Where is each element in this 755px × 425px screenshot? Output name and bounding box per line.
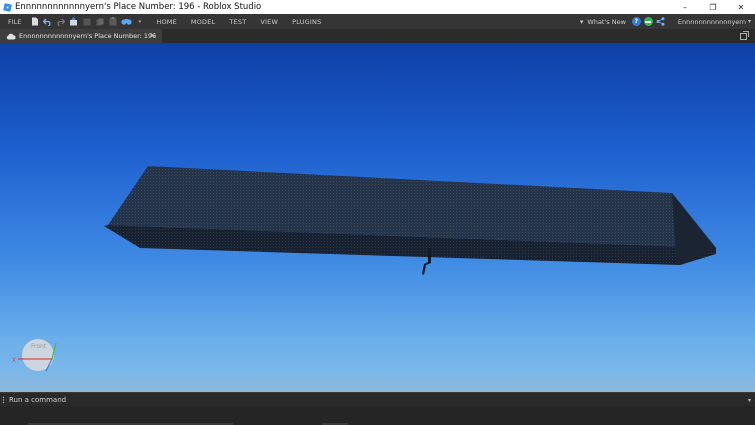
paste-icon[interactable] bbox=[108, 17, 117, 26]
grip-handle-icon[interactable] bbox=[2, 396, 5, 404]
tab-home[interactable]: HOME bbox=[156, 18, 177, 26]
copy-icon[interactable] bbox=[95, 17, 104, 26]
help-icon[interactable]: ? bbox=[631, 17, 641, 26]
document-tab-bar: Ennnnnnnnnnnnyern's Place Number: 196 ✕ bbox=[0, 29, 755, 43]
document-tab-label: Ennnnnnnnnnnnyern's Place Number: 196 bbox=[19, 32, 157, 40]
title-bar: Ennnnnnnnnnnnyern's Place Number: 196 - … bbox=[0, 0, 755, 14]
command-history-dropdown-icon[interactable]: ▾ bbox=[748, 397, 751, 404]
scene-render bbox=[0, 166, 755, 392]
online-status-icon[interactable] bbox=[643, 17, 653, 26]
restore-button[interactable]: ❐ bbox=[699, 0, 727, 14]
ribbon-collapse-chevron-icon[interactable]: ▾ bbox=[580, 18, 584, 26]
cut-icon[interactable] bbox=[82, 17, 91, 26]
document-tab-close-icon[interactable]: ✕ bbox=[149, 29, 156, 43]
window-controls: – ❐ ✕ bbox=[671, 0, 755, 14]
tab-test[interactable]: TEST bbox=[229, 18, 246, 26]
view-cube-face-label: Front bbox=[31, 343, 47, 350]
username-label[interactable]: Ennnnnnnnnnnnyern bbox=[678, 18, 746, 26]
share-icon[interactable] bbox=[656, 17, 665, 26]
menubar-right-group: ▾ What's New ? Ennnnnnnnnnnnyern ▾ bbox=[580, 14, 755, 29]
close-button[interactable]: ✕ bbox=[727, 0, 755, 14]
menu-bar: FILE ▾ HOME MODEL TEST VIEW PLUGINS ▾ Wh… bbox=[0, 14, 755, 29]
view-cube[interactable]: Front X bbox=[10, 333, 62, 378]
tab-model[interactable]: MODEL bbox=[191, 18, 215, 26]
user-menu-chevron-icon[interactable]: ▾ bbox=[748, 18, 751, 25]
whats-new-link[interactable]: What's New bbox=[587, 18, 626, 26]
roblox-studio-icon bbox=[3, 2, 12, 12]
minimize-button[interactable]: – bbox=[671, 0, 699, 14]
redo-icon[interactable] bbox=[56, 17, 66, 26]
status-strip bbox=[0, 406, 755, 425]
file-menu[interactable]: FILE bbox=[8, 18, 21, 26]
quick-access-chevron-icon[interactable]: ▾ bbox=[137, 17, 142, 26]
undo-icon[interactable] bbox=[43, 17, 52, 26]
tab-view[interactable]: VIEW bbox=[260, 18, 278, 26]
horizon-haze bbox=[0, 368, 755, 392]
3d-viewport[interactable]: Front X bbox=[0, 43, 755, 392]
new-file-icon[interactable] bbox=[30, 17, 39, 26]
window-title: Ennnnnnnnnnnnyern's Place Number: 196 - … bbox=[15, 2, 262, 12]
command-bar: ▾ bbox=[0, 392, 755, 407]
float-window-icon[interactable] bbox=[740, 31, 749, 40]
cloud-icon bbox=[6, 33, 16, 39]
document-tab[interactable]: Ennnnnnnnnnnnyern's Place Number: 196 ✕ bbox=[0, 29, 162, 43]
command-input[interactable] bbox=[9, 396, 748, 404]
publish-icon[interactable] bbox=[69, 17, 78, 26]
team-test-icon[interactable] bbox=[121, 17, 133, 26]
x-axis-label: X bbox=[12, 357, 16, 364]
tab-plugins[interactable]: PLUGINS bbox=[292, 18, 321, 26]
